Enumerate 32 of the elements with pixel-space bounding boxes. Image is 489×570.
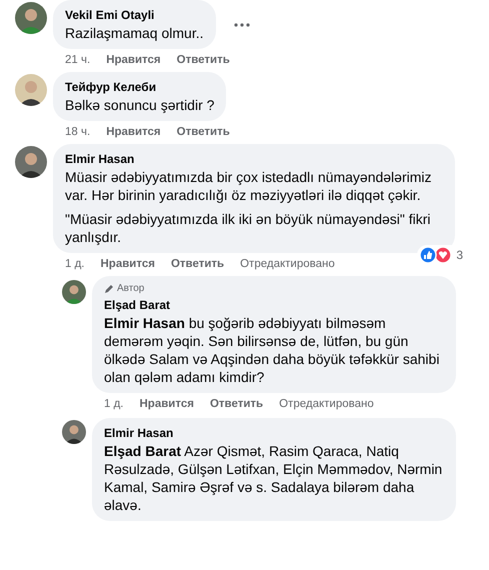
author-name-link[interactable]: Тейфур Келеби — [65, 79, 156, 95]
comment-text: Elşad Barat Azər Qismət, Rasim Qaraca, Natiq Rəsulzadə, Gülşən Lətifxan, Elçin Məmmədov, Nərmin Kamal, Samirə Əşrəf və s. Sadalaya bilərəm daha əlavə. — [104, 442, 444, 514]
reply-link[interactable]: Ответить — [210, 397, 264, 411]
author-name-link[interactable]: Elmir Hasan — [104, 425, 174, 441]
comment-text: Razilaşmamaq olmur.. — [65, 24, 204, 42]
author-label: Автор — [117, 282, 144, 296]
comment-text: Bəlkə sonuncu şərtidir ? — [65, 96, 214, 114]
like-link[interactable]: Нравится — [106, 125, 161, 139]
timestamp[interactable]: 18 ч. — [65, 125, 90, 139]
comment-text: Müasir ədəbiyyatımızda bir çox istedadlı nümayəndələrimiz var. Hər birinin yaradıcılığı öz məziyyətləri ilə diqqət çəkir. — [65, 168, 432, 204]
like-link[interactable]: Нравится — [140, 397, 194, 411]
author-name-link[interactable]: Elşad Barat — [104, 297, 170, 313]
comment-text: Elmir Hasan bu şoğərib ədəbiyyatı bilməsəm demərəm yəqin. Sən bilirsənsə de, lütfən, bu gün ölkədə Salam və Aqşindən daha böyük təfəkkür sahibi olan qələm adamı kimdir? — [104, 314, 440, 386]
avatar[interactable] — [15, 146, 47, 178]
author-name-link[interactable]: Elmir Hasan — [65, 151, 134, 167]
comment-text: "Müasir ədəbiyyatımızda ilk iki ən böyük nümayəndəsi" fikri yanlışdır. — [65, 210, 432, 246]
timestamp[interactable]: 1 д. — [104, 397, 124, 411]
avatar[interactable] — [62, 420, 86, 444]
timestamp[interactable]: 21 ч. — [65, 53, 90, 67]
edited-label: Отредактировано — [240, 257, 335, 271]
avatar[interactable] — [15, 74, 47, 106]
reply-link[interactable]: Ответить — [176, 125, 230, 139]
reply-link[interactable]: Ответить — [170, 257, 224, 271]
author-name-link[interactable]: Vekil Emi Otayli — [65, 7, 154, 23]
edited-label: Отредактировано — [279, 397, 374, 411]
pen-icon — [104, 284, 114, 294]
like-heart-reaction-icon — [419, 246, 454, 264]
reaction-count[interactable]: 3 — [417, 245, 465, 265]
timestamp[interactable]: 1 д. — [65, 257, 84, 271]
reply-link[interactable]: Ответить — [176, 53, 230, 67]
like-link[interactable]: Нравится — [100, 257, 155, 271]
like-link[interactable]: Нравится — [106, 53, 161, 67]
